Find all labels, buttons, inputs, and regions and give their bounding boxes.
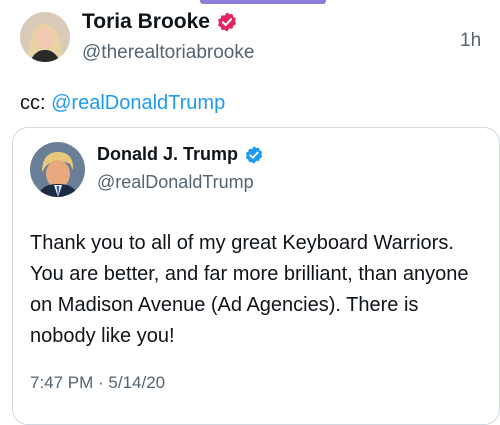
toria-name[interactable]: Toria Brooke xyxy=(82,10,238,34)
trump-avatar[interactable] xyxy=(30,142,85,197)
trump-avatar-image xyxy=(30,142,85,197)
cc-prefix: cc: xyxy=(20,92,46,114)
verified-badge-icon xyxy=(245,145,263,164)
toria-avatar-image xyxy=(20,12,70,62)
trump-name[interactable]: Donald J. Trump xyxy=(97,144,264,165)
cc-line: cc: @realDonaldTrump xyxy=(20,92,225,115)
verified-badge-icon xyxy=(217,12,236,32)
tab-indicator xyxy=(200,0,326,4)
quoted-post-timestamp[interactable]: 7:47 PM · 5/14/20 xyxy=(30,373,165,393)
cc-mention-link[interactable]: @realDonaldTrump xyxy=(51,92,225,114)
quoted-post-text: Thank you to all of my great Keyboard Wa… xyxy=(30,232,469,347)
trump-display-name: Donald J. Trump xyxy=(97,144,239,164)
post-time[interactable]: 1h xyxy=(460,30,481,52)
trump-handle[interactable]: @realDonaldTrump xyxy=(97,172,254,193)
toria-display-name: Toria Brooke xyxy=(82,10,210,33)
toria-avatar[interactable] xyxy=(20,12,70,62)
toria-handle[interactable]: @therealtoriabrooke xyxy=(82,42,254,64)
